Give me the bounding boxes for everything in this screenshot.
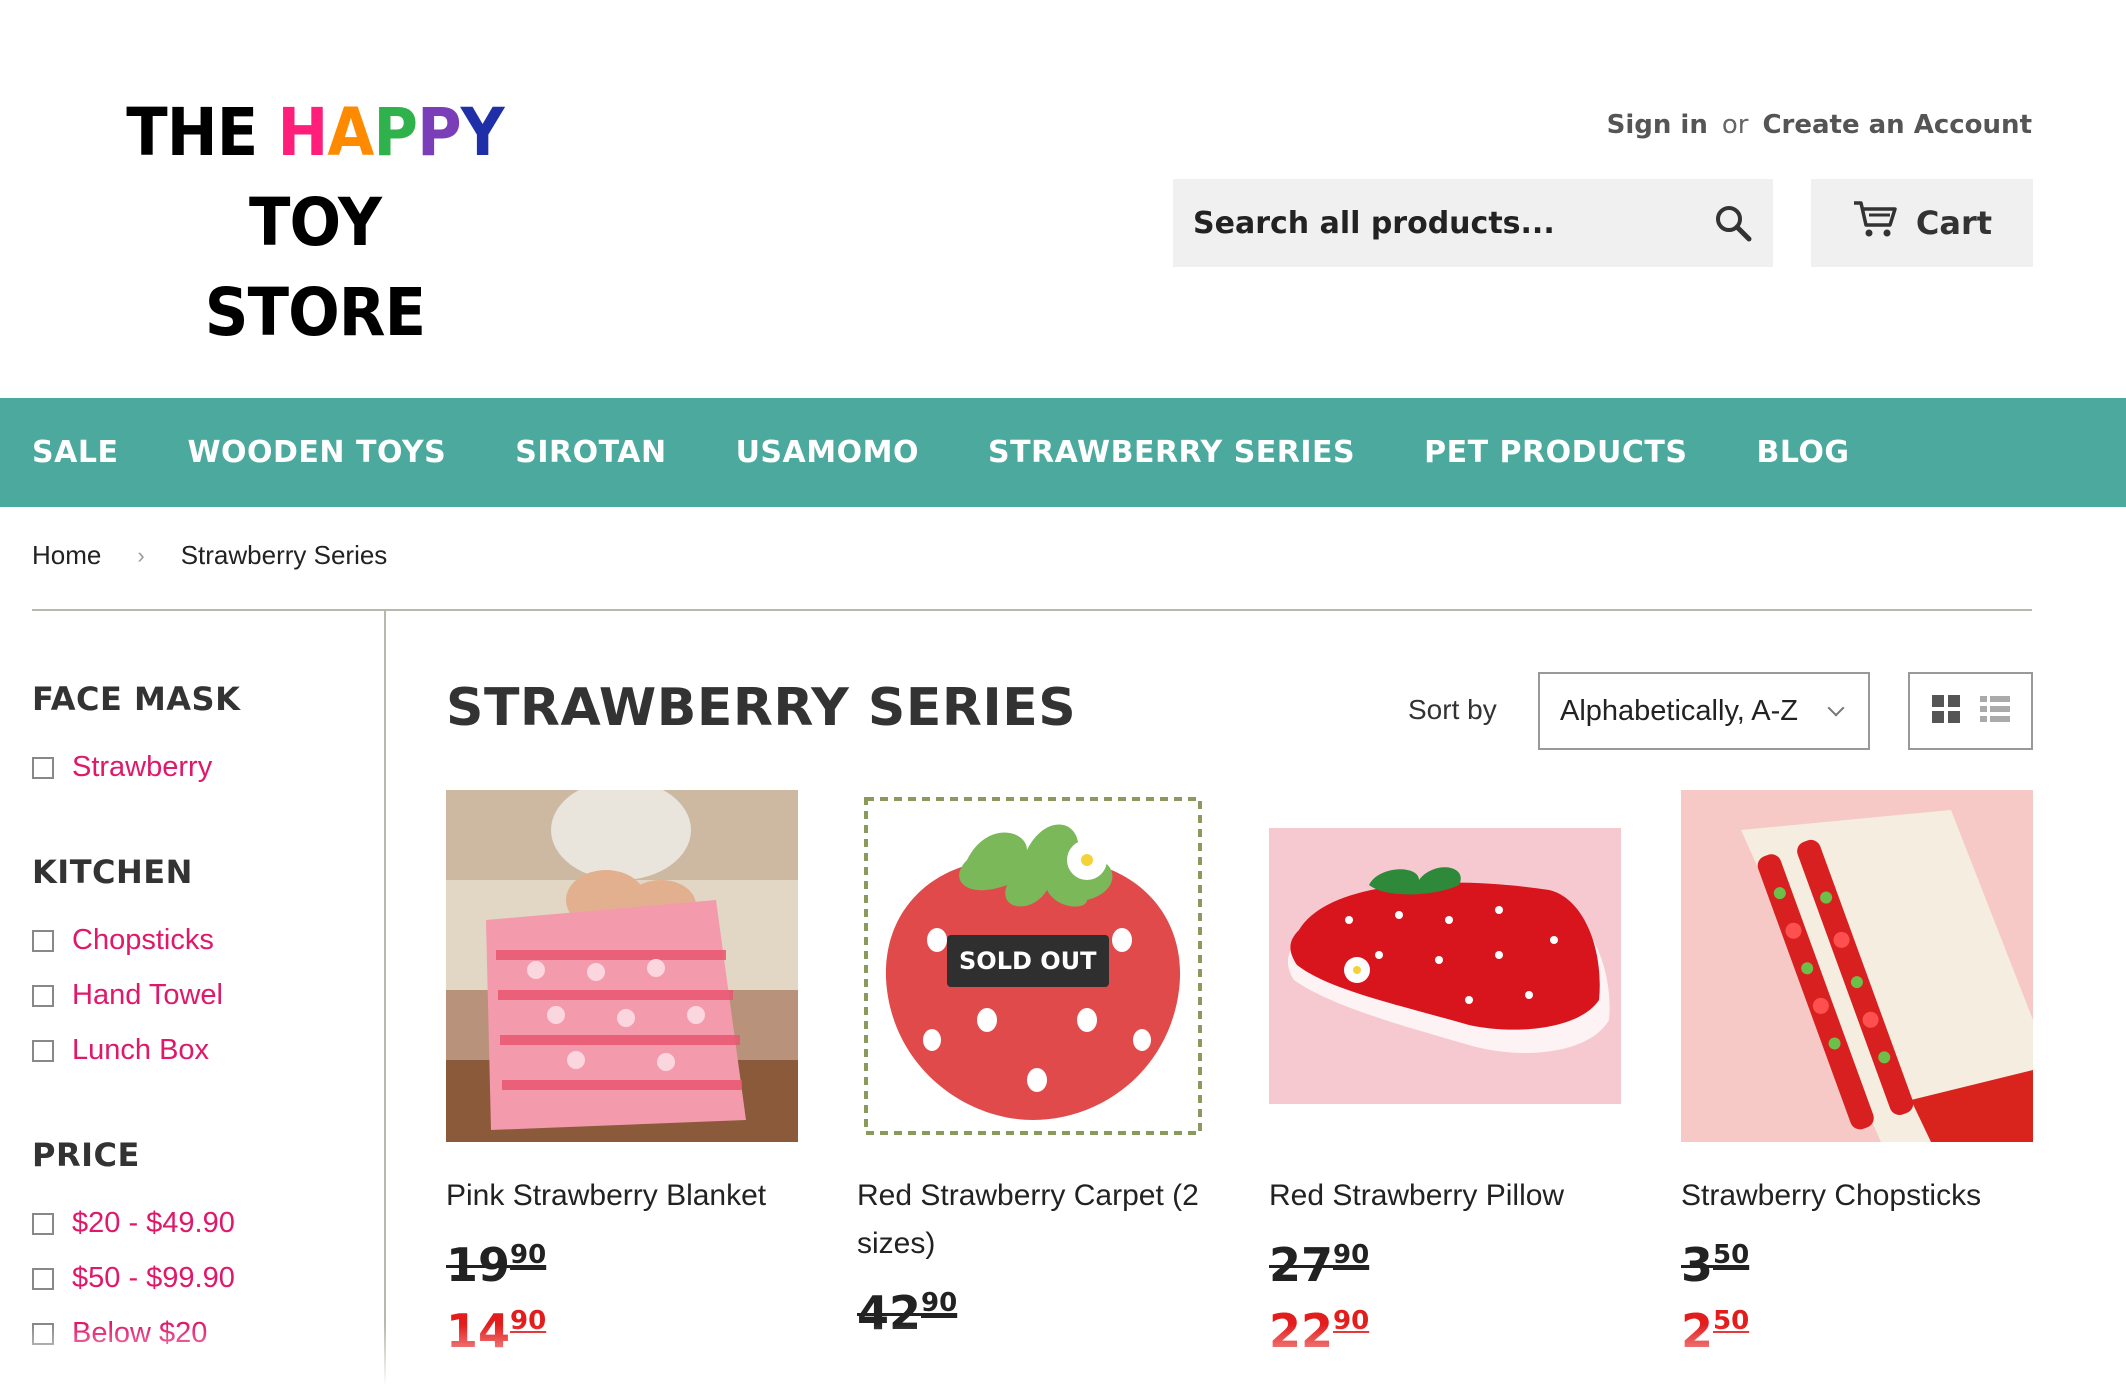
sort-label: Sort by bbox=[1408, 694, 1497, 725]
logo-part: P bbox=[417, 94, 462, 171]
price-dec: 50 bbox=[1713, 1240, 1750, 1270]
logo-part: Y bbox=[460, 94, 505, 171]
filter-option-label[interactable]: Strawberry bbox=[72, 751, 212, 784]
sign-in-link[interactable]: Sign in bbox=[1607, 110, 1708, 140]
product-title[interactable]: Red Strawberry Carpet (2 sizes) bbox=[857, 1172, 1209, 1268]
cart-button[interactable]: Cart bbox=[1811, 179, 2033, 267]
compare-price: 1990 bbox=[446, 1238, 798, 1292]
product-card[interactable]: SOLD OUT Red Strawberry Carpet (2 sizes)… bbox=[857, 790, 1209, 1340]
filter-option[interactable]: Lunch Box bbox=[32, 1023, 362, 1078]
filter-checkbox[interactable] bbox=[32, 1212, 54, 1235]
filter-option[interactable]: $20 - $49.90 bbox=[32, 1196, 362, 1251]
filter-option[interactable]: Hand Towel bbox=[32, 968, 362, 1023]
page-title: STRAWBERRY SERIES bbox=[446, 678, 1077, 738]
nav-item-wooden-toys[interactable]: WOODEN TOYS bbox=[187, 435, 446, 470]
filter-option[interactable]: Chopsticks bbox=[32, 913, 362, 968]
logo-part: TOY bbox=[248, 184, 382, 261]
filter-option-label[interactable]: $50 - $99.90 bbox=[72, 1262, 235, 1295]
sort-select[interactable]: Alphabetically, A-Z bbox=[1538, 672, 1870, 750]
filter-checkbox[interactable] bbox=[32, 1267, 54, 1290]
filter-group-title: FACE MASK bbox=[32, 680, 241, 718]
price-int: 27 bbox=[1269, 1238, 1334, 1292]
logo-part: A bbox=[327, 94, 374, 171]
filter-checkbox[interactable] bbox=[32, 756, 54, 779]
sidebar-divider bbox=[384, 611, 386, 1384]
breadcrumb-separator: › bbox=[137, 542, 145, 568]
breadcrumb-home[interactable]: Home bbox=[32, 540, 101, 571]
filter-group-face-mask: FACE MASK Strawberry bbox=[32, 680, 362, 795]
filter-group-kitchen: KITCHEN Chopsticks Hand Towel Lunch Box bbox=[32, 853, 362, 1078]
filter-checkbox[interactable] bbox=[32, 929, 54, 952]
product-image-pillow[interactable] bbox=[1269, 790, 1621, 1142]
product-image-carpet[interactable]: SOLD OUT bbox=[857, 790, 1209, 1142]
search-bar[interactable]: Search all products... bbox=[1173, 179, 1773, 267]
filter-group-title: PRICE bbox=[32, 1136, 140, 1174]
nav-item-strawberry-series[interactable]: STRAWBERRY SERIES bbox=[988, 435, 1355, 470]
price-int: 3 bbox=[1681, 1238, 1714, 1292]
filter-group-title: KITCHEN bbox=[32, 853, 193, 891]
product-image-blanket[interactable] bbox=[446, 790, 798, 1142]
nav-item-sale[interactable]: SALE bbox=[32, 435, 118, 470]
or-text: or bbox=[1721, 110, 1749, 140]
filter-option[interactable]: $50 - $99.90 bbox=[32, 1251, 362, 1306]
price-dec: 90 bbox=[1333, 1240, 1370, 1270]
logo-part: H bbox=[277, 94, 328, 171]
store-logo[interactable]: THE HAPPY TOY STORE bbox=[62, 88, 568, 358]
divider bbox=[32, 609, 2032, 611]
cart-icon bbox=[1852, 199, 1898, 247]
logo-line-1: THE HAPPY TOY bbox=[62, 88, 568, 268]
product-card[interactable]: Pink Strawberry Blanket 1990 1490 bbox=[446, 790, 798, 1358]
filter-option-label[interactable]: Lunch Box bbox=[72, 1034, 209, 1067]
product-image-chopsticks[interactable] bbox=[1681, 790, 2033, 1142]
search-icon[interactable] bbox=[1713, 203, 1753, 243]
breadcrumb-current: Strawberry Series bbox=[180, 540, 388, 570]
filter-option-label[interactable]: $20 - $49.90 bbox=[72, 1207, 235, 1240]
logo-part: THE bbox=[126, 94, 278, 171]
price-int: 19 bbox=[446, 1238, 511, 1292]
sort-select-value: Alphabetically, A-Z bbox=[1560, 694, 1799, 727]
logo-part: P bbox=[373, 94, 418, 171]
sold-out-badge: SOLD OUT bbox=[947, 935, 1109, 987]
filter-option[interactable]: Strawberry bbox=[32, 740, 362, 795]
product-card[interactable]: Red Strawberry Pillow 2790 2290 bbox=[1269, 790, 1621, 1358]
view-toggle bbox=[1908, 672, 2033, 750]
compare-price: 350 bbox=[1681, 1238, 2033, 1292]
grid-view-icon[interactable] bbox=[1931, 694, 1960, 728]
logo-line-2: STORE bbox=[204, 274, 426, 351]
cart-label: Cart bbox=[1915, 204, 1993, 242]
filter-option-label[interactable]: Hand Towel bbox=[72, 979, 223, 1012]
nav-item-sirotan[interactable]: SIROTAN bbox=[515, 435, 666, 470]
nav-item-usamomo[interactable]: USAMOMO bbox=[736, 435, 919, 470]
nav-item-pet-products[interactable]: PET PRODUCTS bbox=[1424, 435, 1687, 470]
filter-option-label[interactable]: Chopsticks bbox=[72, 924, 214, 957]
product-title[interactable]: Red Strawberry Pillow bbox=[1269, 1172, 1621, 1220]
filter-checkbox[interactable] bbox=[32, 984, 54, 1007]
product-title[interactable]: Strawberry Chopsticks bbox=[1681, 1172, 2033, 1220]
filter-sidebar: FACE MASK Strawberry KITCHEN Chopsticks … bbox=[32, 680, 362, 1384]
product-title[interactable]: Pink Strawberry Blanket bbox=[446, 1172, 798, 1220]
search-input[interactable]: Search all products... bbox=[1193, 206, 1713, 241]
nav-item-blog[interactable]: BLOG bbox=[1757, 435, 1850, 470]
filter-checkbox[interactable] bbox=[32, 1039, 54, 1062]
list-view-icon[interactable] bbox=[1979, 695, 2010, 728]
create-account-link[interactable]: Create an Account bbox=[1762, 110, 2032, 140]
bottom-fade bbox=[0, 1324, 2126, 1384]
breadcrumb: Home › Strawberry Series bbox=[32, 540, 387, 571]
price-dec: 90 bbox=[921, 1288, 958, 1318]
compare-price: 2790 bbox=[1269, 1238, 1621, 1292]
product-card[interactable]: Strawberry Chopsticks 350 250 bbox=[1681, 790, 2033, 1358]
account-links: Sign in or Create an Account bbox=[1607, 110, 2032, 140]
price-dec: 90 bbox=[510, 1240, 547, 1270]
chevron-down-icon bbox=[1827, 699, 1845, 717]
main-nav: SALE WOODEN TOYS SIROTAN USAMOMO STRAWBE… bbox=[0, 398, 2126, 507]
